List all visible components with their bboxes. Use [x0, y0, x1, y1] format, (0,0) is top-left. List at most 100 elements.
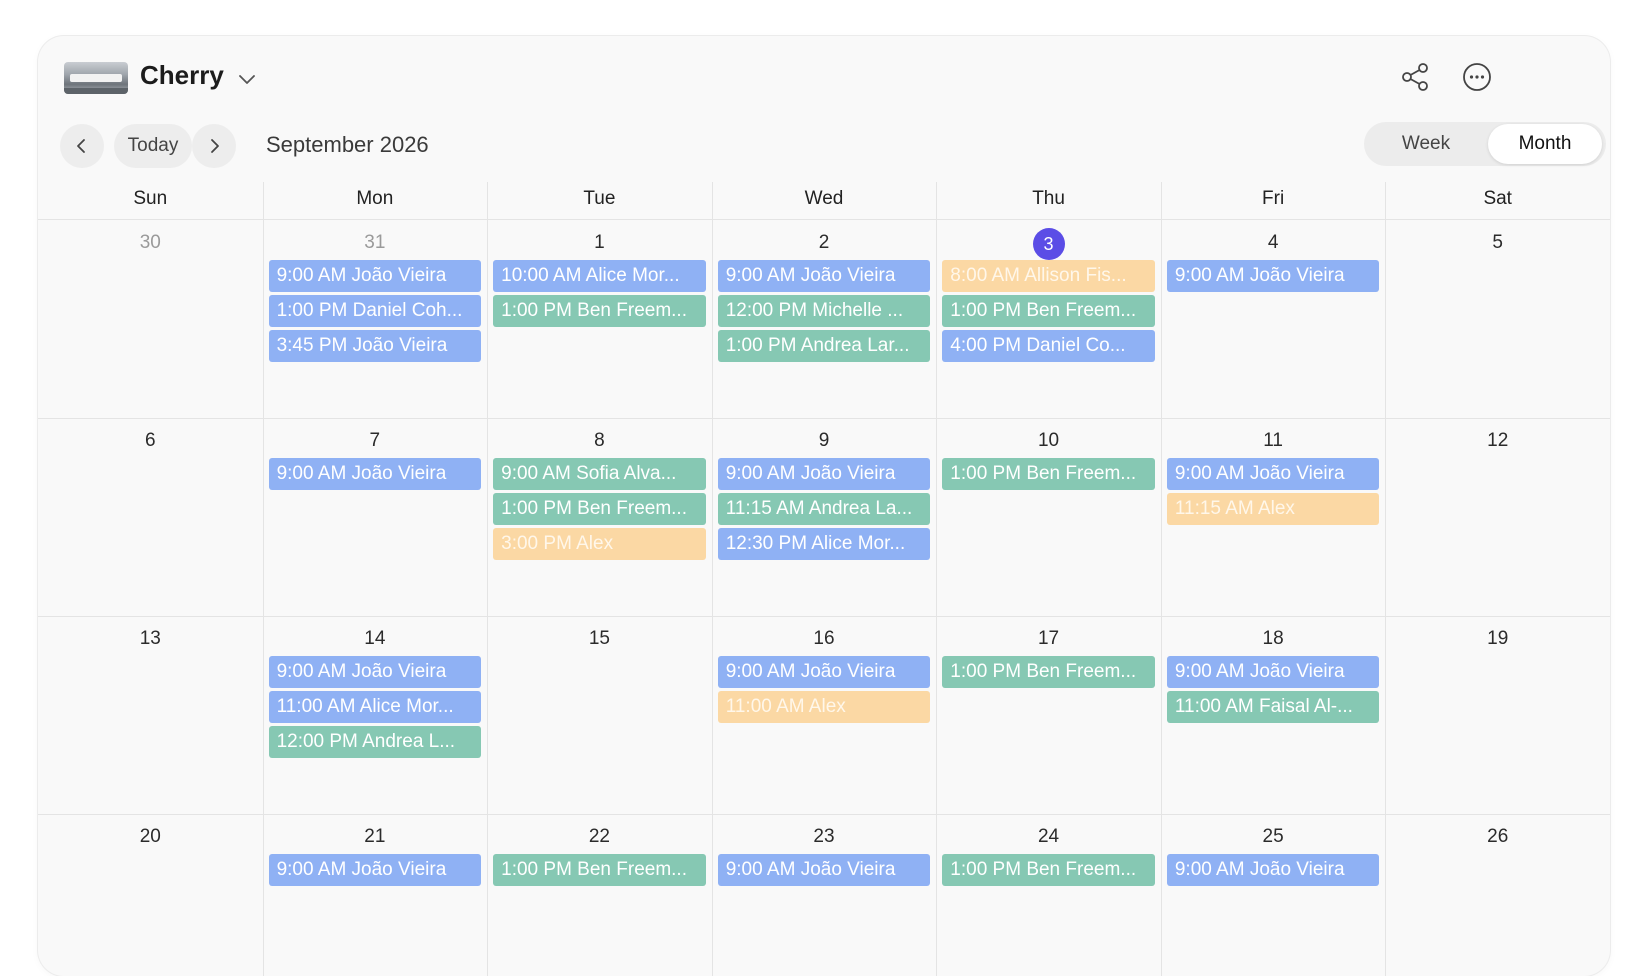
- chevron-right-icon: [211, 139, 219, 153]
- day-cell[interactable]: 5: [1385, 220, 1610, 418]
- day-cell[interactable]: 24 1:00 PM Ben Freem...: [936, 814, 1161, 976]
- day-cell[interactable]: 8 9:00 AM Sofia Alva... 1:00 PM Ben Freem.…: [487, 418, 712, 616]
- day-number: 13: [139, 628, 161, 649]
- day-cell[interactable]: 14 9:00 AM João Vieira 11:00 AM Alice Mor.…: [263, 616, 488, 814]
- day-cell[interactable]: 6: [38, 418, 263, 616]
- event-chip[interactable]: 1:00 PM Ben Freem...: [493, 854, 706, 886]
- share-icon[interactable]: [1398, 60, 1432, 94]
- day-cell[interactable]: 30: [38, 220, 263, 418]
- event-chip[interactable]: 1:00 PM Andrea Lar...: [717, 330, 931, 362]
- day-cell[interactable]: 1 10:00 AM Alice Mor... 1:00 PM Ben Freem.…: [487, 220, 712, 418]
- more-icon[interactable]: [1460, 60, 1494, 94]
- event-chip[interactable]: 1:00 PM Ben Freem...: [942, 854, 1155, 886]
- day-number: 25: [1262, 826, 1284, 847]
- day-cell[interactable]: 18 9:00 AM João Vieira 11:00 AM Faisal Al-…: [1161, 616, 1386, 814]
- event-chip[interactable]: 11:15 AM Andrea La...: [717, 493, 931, 525]
- day-number: 18: [1262, 628, 1284, 649]
- day-cell[interactable]: 13: [38, 616, 263, 814]
- event-chip[interactable]: 12:00 PM Michelle ...: [717, 295, 931, 327]
- day-cell[interactable]: 22 1:00 PM Ben Freem...: [487, 814, 712, 976]
- day-cell[interactable]: 20: [38, 814, 263, 976]
- event-chip[interactable]: 11:00 AM Alex: [717, 691, 931, 723]
- event-chip[interactable]: 1:00 PM Ben Freem...: [942, 458, 1155, 490]
- weekday-label-sun: Sun: [133, 188, 168, 209]
- weekday-label-tue: Tue: [583, 188, 616, 209]
- day-number: 2: [818, 232, 830, 253]
- day-cell[interactable]: 15: [487, 616, 712, 814]
- calendar-name[interactable]: Cherry: [140, 60, 224, 91]
- next-month-button[interactable]: [192, 124, 236, 168]
- event-chip[interactable]: 9:00 AM João Vieira: [1166, 656, 1380, 688]
- day-cell[interactable]: 25 9:00 AM João Vieira: [1161, 814, 1386, 976]
- day-cell[interactable]: 4 9:00 AM João Vieira: [1161, 220, 1386, 418]
- calendar-toolbar: Today September 2026 Week Month: [38, 120, 1610, 180]
- day-number: 22: [588, 826, 610, 847]
- chevron-down-icon[interactable]: [236, 68, 258, 90]
- day-number: 17: [1037, 628, 1060, 649]
- event-chip[interactable]: 11:15 AM Alex: [1166, 493, 1380, 525]
- day-number: 23: [813, 826, 835, 847]
- event-chip[interactable]: 12:30 PM Alice Mor...: [717, 528, 931, 560]
- event-chip[interactable]: 1:00 PM Ben Freem...: [493, 295, 706, 327]
- prev-month-button[interactable]: [60, 124, 104, 168]
- day-number: 3: [936, 228, 1161, 260]
- event-chip[interactable]: 3:45 PM João Vieira: [268, 330, 482, 362]
- event-chip[interactable]: 9:00 AM João Vieira: [1166, 458, 1380, 490]
- event-chip[interactable]: 9:00 AM João Vieira: [717, 458, 931, 490]
- event-chip[interactable]: 1:00 PM Daniel Coh...: [268, 295, 482, 327]
- day-number: 26: [1487, 826, 1509, 847]
- event-chip[interactable]: 9:00 AM João Vieira: [1166, 260, 1380, 292]
- day-number: 11: [1263, 430, 1283, 451]
- day-cell[interactable]: 10 1:00 PM Ben Freem...: [936, 418, 1161, 616]
- day-cell[interactable]: 23 9:00 AM João Vieira: [712, 814, 937, 976]
- today-badge: 3: [1032, 228, 1065, 260]
- day-number: 8: [594, 430, 605, 451]
- event-chip[interactable]: 9:00 AM Sofia Alva...: [493, 458, 706, 490]
- day-cell[interactable]: 31 9:00 AM João Vieira 1:00 PM Daniel Coh.…: [263, 220, 488, 418]
- day-cell[interactable]: 12: [1385, 418, 1610, 616]
- day-number: 15: [588, 628, 610, 649]
- weekday-label-thu: Thu: [1032, 188, 1065, 209]
- event-chip[interactable]: 1:00 PM Ben Freem...: [493, 493, 706, 525]
- event-chip[interactable]: 11:00 AM Faisal Al-...: [1166, 691, 1380, 723]
- today-button[interactable]: Today: [114, 124, 192, 168]
- day-cell[interactable]: 3 8:00 AM Allison Fis... 1:00 PM Ben Freem…: [936, 220, 1161, 418]
- day-number: 12: [1487, 430, 1509, 451]
- day-number: 9: [818, 430, 830, 451]
- view-switcher: Week Month: [1364, 122, 1606, 166]
- event-chip[interactable]: 9:00 AM João Vieira: [268, 260, 482, 292]
- event-chip[interactable]: 9:00 AM João Vieira: [717, 260, 931, 292]
- day-number: 21: [364, 826, 386, 847]
- week-view-button[interactable]: Week: [1368, 124, 1484, 164]
- day-cell[interactable]: 26: [1385, 814, 1610, 976]
- event-chip[interactable]: 9:00 AM João Vieira: [717, 656, 931, 688]
- event-chip[interactable]: 11:00 AM Alice Mor...: [268, 691, 482, 723]
- event-chip[interactable]: 8:00 AM Allison Fis...: [942, 260, 1155, 292]
- event-chip[interactable]: 9:00 AM João Vieira: [717, 854, 931, 886]
- day-number: 5: [1492, 232, 1503, 253]
- event-chip[interactable]: 9:00 AM João Vieira: [268, 458, 482, 490]
- day-cell[interactable]: 19: [1385, 616, 1610, 814]
- day-cell[interactable]: 21 9:00 AM João Vieira: [263, 814, 488, 976]
- day-cell[interactable]: 11 9:00 AM João Vieira 11:15 AM Alex: [1161, 418, 1386, 616]
- event-chip[interactable]: 1:00 PM Ben Freem...: [942, 656, 1155, 688]
- day-number: 20: [139, 826, 161, 847]
- day-cell[interactable]: 2 9:00 AM João Vieira 12:00 PM Michelle ..…: [712, 220, 937, 418]
- event-chip[interactable]: 12:00 PM Andrea L...: [268, 726, 482, 758]
- day-number: 14: [364, 628, 386, 649]
- event-chip[interactable]: 10:00 AM Alice Mor...: [493, 260, 706, 292]
- day-cell[interactable]: 16 9:00 AM João Vieira 11:00 AM Alex: [712, 616, 937, 814]
- event-chip[interactable]: 1:00 PM Ben Freem...: [942, 295, 1155, 327]
- day-cell[interactable]: 7 9:00 AM João Vieira: [263, 418, 488, 616]
- calendar-thumbnail[interactable]: [64, 62, 128, 94]
- day-number: 4: [1267, 232, 1279, 253]
- event-chip[interactable]: 9:00 AM João Vieira: [268, 656, 482, 688]
- weekday-label-sat: Sat: [1483, 188, 1512, 209]
- event-chip[interactable]: 3:00 PM Alex: [493, 528, 706, 560]
- month-view-button[interactable]: Month: [1488, 124, 1602, 164]
- day-cell[interactable]: 17 1:00 PM Ben Freem...: [936, 616, 1161, 814]
- event-chip[interactable]: 9:00 AM João Vieira: [1166, 854, 1380, 886]
- day-cell[interactable]: 9 9:00 AM João Vieira 11:15 AM Andrea La..…: [712, 418, 937, 616]
- event-chip[interactable]: 4:00 PM Daniel Co...: [942, 330, 1155, 362]
- event-chip[interactable]: 9:00 AM João Vieira: [268, 854, 482, 886]
